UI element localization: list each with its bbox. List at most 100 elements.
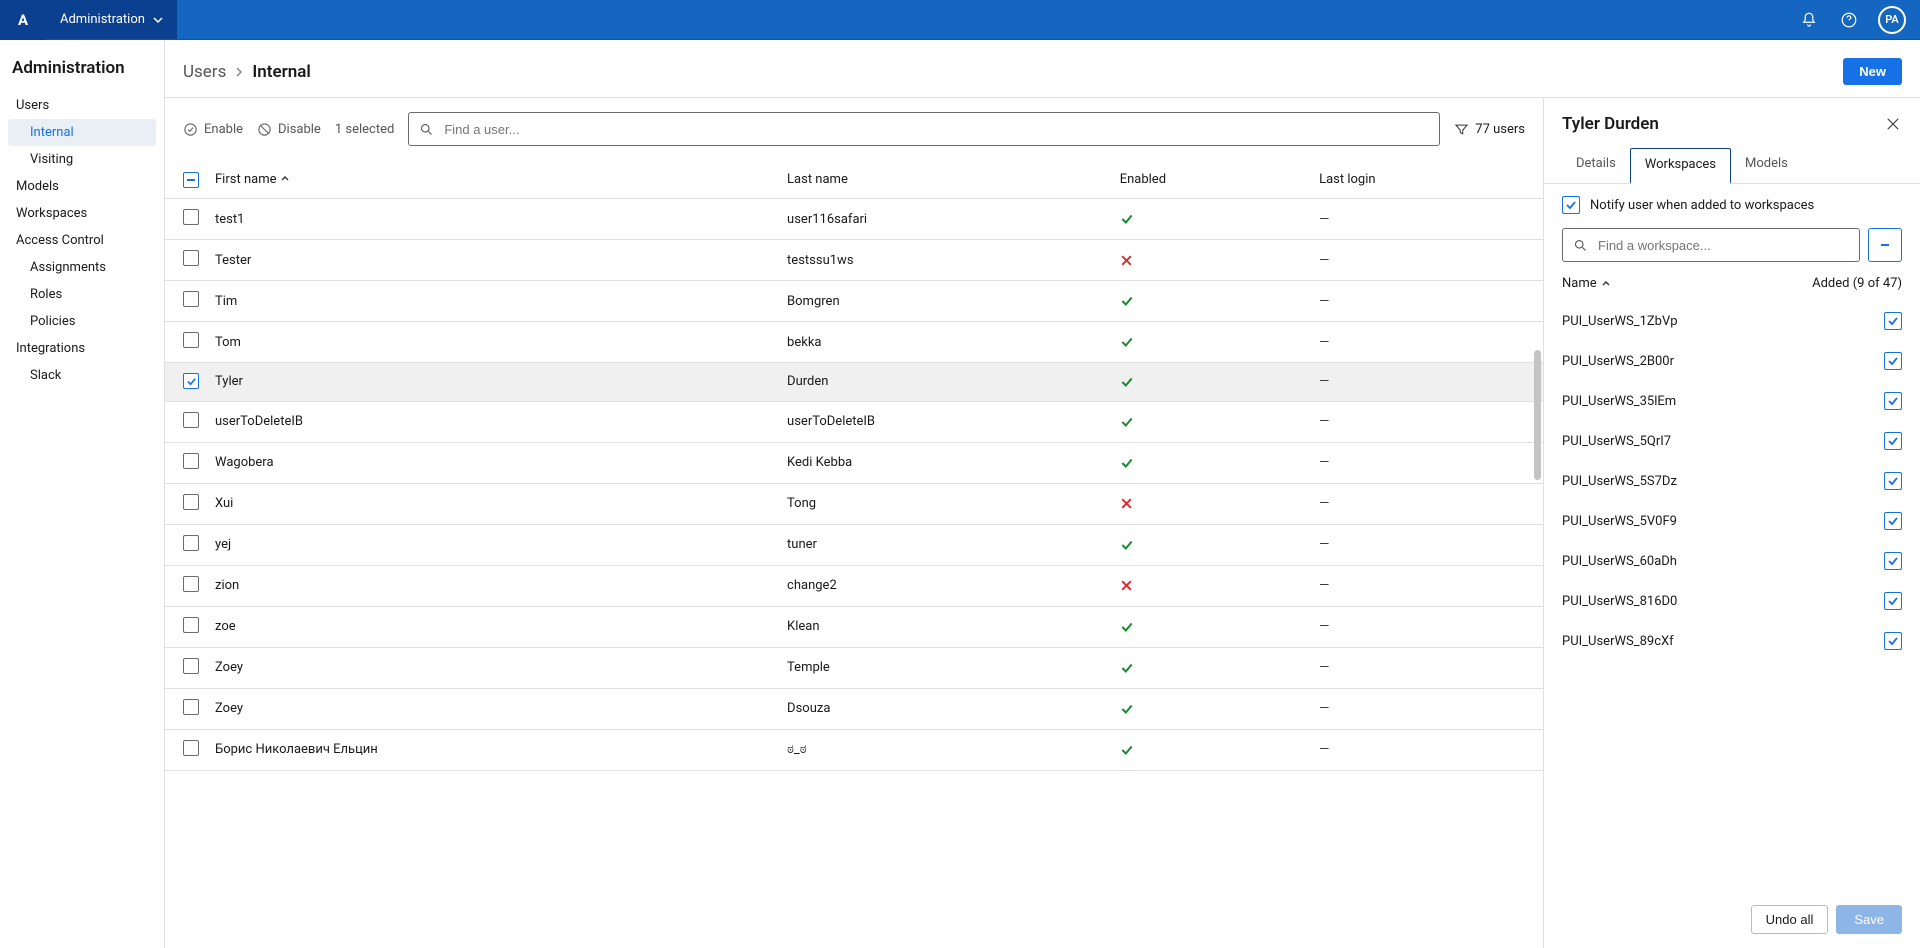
workspace-search[interactable]	[1562, 228, 1860, 262]
sidebar-item[interactable]: Integrations	[8, 335, 156, 362]
cell-enabled	[1112, 524, 1311, 565]
row-checkbox[interactable]	[183, 250, 199, 266]
row-checkbox[interactable]	[183, 291, 199, 307]
new-button[interactable]: New	[1843, 58, 1902, 85]
scrollbar[interactable]	[1534, 350, 1541, 480]
toolbar: Enable Disable 1 selected	[165, 98, 1543, 160]
row-checkbox[interactable]	[183, 209, 199, 225]
sidebar-subitem[interactable]: Internal	[8, 119, 156, 146]
workspace-checkbox[interactable]	[1884, 512, 1902, 530]
cell-last-login: —	[1311, 647, 1543, 688]
notifications-icon[interactable]	[1798, 9, 1820, 31]
workspace-checkbox[interactable]	[1884, 312, 1902, 330]
cell-last-name: Kedi Kebba	[779, 442, 1112, 483]
table-row[interactable]: Tombekka—	[165, 322, 1543, 363]
col-last-login[interactable]: Last login	[1319, 172, 1375, 187]
enable-button[interactable]: Enable	[183, 122, 243, 137]
workspace-checkbox[interactable]	[1884, 432, 1902, 450]
cell-last-login: —	[1311, 729, 1543, 770]
col-enabled[interactable]: Enabled	[1120, 172, 1166, 187]
sidebar-subitem[interactable]: Assignments	[8, 254, 156, 281]
user-search[interactable]	[408, 112, 1440, 146]
table-row[interactable]: TimBomgren—	[165, 281, 1543, 322]
workspace-checkbox[interactable]	[1884, 552, 1902, 570]
workspace-checkbox[interactable]	[1884, 592, 1902, 610]
table-row[interactable]: yejtuner—	[165, 524, 1543, 565]
row-checkbox[interactable]	[183, 412, 199, 428]
detail-tabs: Details Workspaces Models	[1544, 134, 1920, 184]
select-all-checkbox[interactable]	[183, 172, 199, 188]
breadcrumb-parent[interactable]: Users	[183, 62, 226, 82]
filter-button[interactable]: 77 users	[1454, 122, 1525, 137]
app-switcher[interactable]: Administration	[46, 0, 177, 39]
sidebar-subitem[interactable]: Roles	[8, 281, 156, 308]
cell-first-name: Zoey	[207, 688, 779, 729]
row-checkbox[interactable]	[183, 658, 199, 674]
workspace-row: PUI_UserWS_2B00r	[1562, 341, 1902, 381]
sidebar-item[interactable]: Models	[8, 173, 156, 200]
table-row[interactable]: WagoberaKedi Kebba—	[165, 442, 1543, 483]
detail-title: Tyler Durden	[1562, 114, 1659, 134]
row-checkbox[interactable]	[183, 535, 199, 551]
tab-details[interactable]: Details	[1562, 148, 1630, 183]
user-avatar[interactable]: PA	[1878, 6, 1906, 34]
tab-models[interactable]: Models	[1731, 148, 1802, 183]
table-row[interactable]: test1user116safari—	[165, 199, 1543, 240]
undo-all-button[interactable]: Undo all	[1751, 905, 1829, 934]
user-search-input[interactable]	[442, 121, 1429, 138]
close-icon[interactable]	[1884, 115, 1902, 133]
deselect-all-button[interactable]	[1868, 228, 1902, 262]
table-row[interactable]: ZoeyTemple—	[165, 647, 1543, 688]
col-first-name[interactable]: First name	[215, 172, 771, 187]
row-checkbox[interactable]	[183, 453, 199, 469]
cell-last-name: Tong	[779, 483, 1112, 524]
cell-last-login: —	[1311, 363, 1543, 402]
row-checkbox[interactable]	[183, 740, 199, 756]
cell-last-name: Temple	[779, 647, 1112, 688]
tab-workspaces[interactable]: Workspaces	[1630, 148, 1731, 184]
sidebar-item[interactable]: Access Control	[8, 227, 156, 254]
x-icon	[1120, 497, 1303, 510]
row-checkbox[interactable]	[183, 373, 199, 389]
cell-enabled	[1112, 565, 1311, 606]
cell-last-name: tuner	[779, 524, 1112, 565]
detail-panel: Tyler Durden Details Workspaces Models	[1544, 98, 1920, 948]
topbar: A Administration PA	[0, 0, 1920, 40]
table-row[interactable]: TylerDurden—	[165, 363, 1543, 402]
workspace-search-input[interactable]	[1596, 237, 1849, 254]
sidebar-subitem[interactable]: Slack	[8, 362, 156, 389]
sidebar-item[interactable]: Workspaces	[8, 200, 156, 227]
notify-checkbox[interactable]	[1562, 196, 1580, 214]
table-row[interactable]: XuiTong—	[165, 483, 1543, 524]
workspace-name: PUI_UserWS_89cXf	[1562, 634, 1674, 649]
cell-last-name: Dsouza	[779, 688, 1112, 729]
sidebar-item[interactable]: Users	[8, 92, 156, 119]
row-checkbox[interactable]	[183, 576, 199, 592]
ws-sort-name[interactable]: Name	[1562, 276, 1611, 291]
row-checkbox[interactable]	[183, 332, 199, 348]
help-icon[interactable]	[1838, 9, 1860, 31]
col-last-name[interactable]: Last name	[787, 172, 848, 187]
app-logo[interactable]: A	[0, 0, 46, 40]
table-row[interactable]: zoeKlean—	[165, 606, 1543, 647]
workspace-checkbox[interactable]	[1884, 392, 1902, 410]
cell-enabled	[1112, 240, 1311, 281]
cell-first-name: Wagobera	[207, 442, 779, 483]
workspace-checkbox[interactable]	[1884, 352, 1902, 370]
table-row[interactable]: Борис Николаевич Ельцинಠ_ಠ—	[165, 729, 1543, 770]
sort-asc-icon	[280, 174, 290, 184]
sidebar-subitem[interactable]: Visiting	[8, 146, 156, 173]
workspace-checkbox[interactable]	[1884, 472, 1902, 490]
table-row[interactable]: zionchange2—	[165, 565, 1543, 606]
ws-name-header: Name	[1562, 276, 1597, 291]
table-row[interactable]: ZoeyDsouza—	[165, 688, 1543, 729]
table-row[interactable]: Testertestssu1ws—	[165, 240, 1543, 281]
disable-button[interactable]: Disable	[257, 122, 321, 137]
row-checkbox[interactable]	[183, 699, 199, 715]
workspace-checkbox[interactable]	[1884, 632, 1902, 650]
save-button[interactable]: Save	[1836, 905, 1902, 934]
sidebar-subitem[interactable]: Policies	[8, 308, 156, 335]
row-checkbox[interactable]	[183, 494, 199, 510]
row-checkbox[interactable]	[183, 617, 199, 633]
table-row[interactable]: userToDeleteIBuserToDeleteIB—	[165, 401, 1543, 442]
